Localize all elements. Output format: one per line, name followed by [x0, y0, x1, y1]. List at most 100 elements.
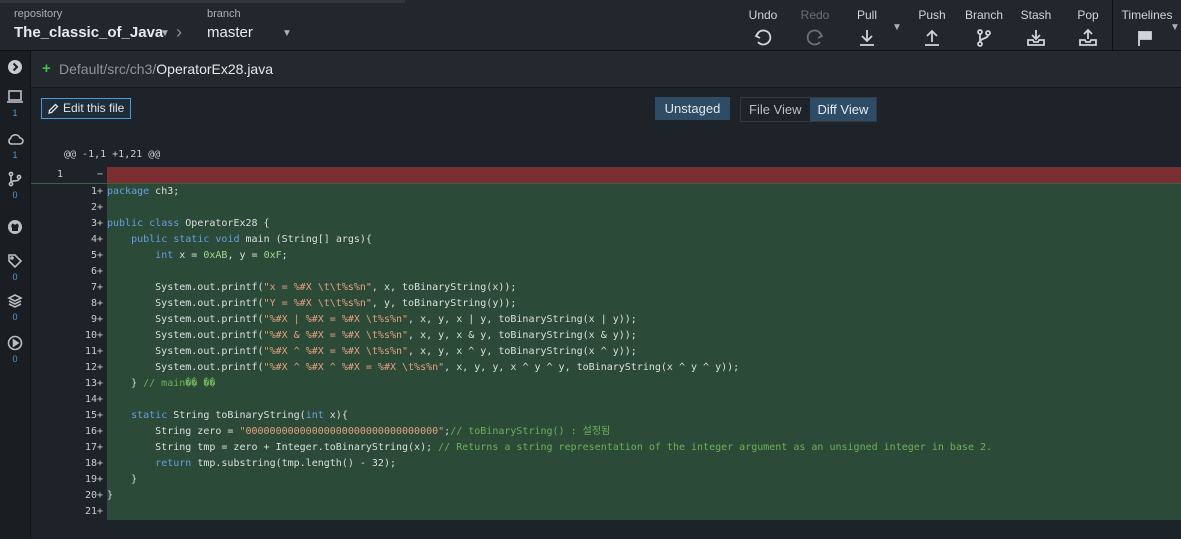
- added-marker: +: [97, 346, 104, 357]
- added-marker: +: [97, 410, 104, 421]
- file-path-bar: + Default/src/ch3/OperatorEx28.java: [31, 51, 1181, 88]
- play-circle-icon: [7, 335, 23, 351]
- added-line: 7 + System.out.printf("x = %#X \t\t%s%n",…: [31, 280, 1181, 296]
- new-line-number: 16: [84, 426, 97, 437]
- branch-selector[interactable]: master: [207, 24, 253, 41]
- laptop-icon: [7, 90, 23, 103]
- workspace-count: 1: [12, 108, 18, 118]
- added-line: 18 + return tmp.substring(tmp.length() - …: [31, 456, 1181, 472]
- unstaged-badge: Unstaged: [655, 97, 730, 120]
- code-text: System.out.printf("x = %#X \t\t%s%n", x,…: [107, 282, 517, 293]
- added-line: 21 +: [31, 504, 1181, 520]
- added-line: 19 + }: [31, 472, 1181, 488]
- sidebar-item-workspace[interactable]: 1: [0, 89, 30, 118]
- toolbar-accent: [0, 0, 405, 3]
- redo-button[interactable]: Redo: [798, 8, 832, 48]
- file-view-button[interactable]: File View: [741, 98, 810, 121]
- sidebar-item-actions[interactable]: 0: [0, 335, 30, 364]
- added-marker: +: [97, 378, 104, 389]
- pull-button[interactable]: Pull: [852, 8, 882, 48]
- push-label: Push: [918, 8, 946, 22]
- added-marker: +: [97, 490, 104, 501]
- branch-icon: [8, 171, 22, 187]
- new-line-number: 14: [84, 394, 97, 405]
- added-marker: +: [97, 394, 104, 405]
- undo-button[interactable]: Undo: [746, 8, 780, 48]
- sidebar-toggle-button[interactable]: [0, 59, 30, 80]
- upload-icon: [917, 28, 947, 48]
- added-marker: +: [97, 458, 104, 469]
- added-marker: +: [97, 426, 104, 437]
- added-marker: +: [97, 218, 104, 229]
- added-marker: +: [97, 314, 104, 325]
- new-line-number: 20: [84, 490, 97, 501]
- layers-icon: [7, 294, 23, 308]
- stash-label: Stash: [1020, 8, 1052, 22]
- added-line: 5 + int x = 0xAB, y = 0xF;: [31, 248, 1181, 264]
- pop-icon: [1074, 28, 1102, 48]
- view-mode-toggle: File View Diff View: [740, 97, 878, 122]
- new-line-number: 8: [90, 298, 97, 309]
- added-line: 11 + System.out.printf("%#X ^ %#X = %#X \…: [31, 344, 1181, 360]
- code-text: String zero = "0000000000000000000000000…: [107, 426, 611, 437]
- added-line: 8 + System.out.printf("Y = %#X \t\t%s%n",…: [31, 296, 1181, 312]
- cloud-icon: [8, 134, 24, 145]
- new-line-number: 4: [90, 234, 97, 245]
- removed-marker: −: [97, 169, 104, 180]
- stashes-count: 0: [12, 312, 18, 322]
- code-text: public class OperatorEx28 {: [107, 218, 270, 229]
- new-line-number: 17: [84, 442, 97, 453]
- added-line: 3 + public class OperatorEx28 {: [31, 216, 1181, 232]
- new-line-number: 3: [90, 218, 97, 229]
- new-line-number: 7: [90, 282, 97, 293]
- added-line: 1 + package ch3;: [31, 183, 1181, 200]
- code-text: }: [107, 490, 114, 501]
- new-line-number: 15: [84, 410, 97, 421]
- push-button[interactable]: Push: [917, 8, 947, 48]
- flag-icon: [1120, 28, 1174, 48]
- code-text: } // main�� ��: [107, 378, 216, 389]
- diff-view-button[interactable]: Diff View: [809, 98, 877, 121]
- branch-caret-icon[interactable]: ▼: [282, 28, 292, 39]
- undo-label: Undo: [748, 8, 778, 22]
- redo-icon: [798, 28, 832, 48]
- added-line: 15 + static String toBinaryString(int x){: [31, 408, 1181, 424]
- repository-caret-icon[interactable]: ▼: [160, 28, 170, 39]
- branch-icon: [964, 28, 1004, 48]
- repository-label: repository: [14, 8, 63, 20]
- stash-button[interactable]: Stash: [1020, 8, 1052, 48]
- sidebar-item-branches[interactable]: 0: [0, 171, 30, 200]
- repository-selector[interactable]: The_classic_of_Java: [14, 24, 163, 41]
- chevron-right-circle-icon: [8, 60, 22, 74]
- added-line: 2 +: [31, 200, 1181, 216]
- tag-icon: [8, 254, 23, 269]
- new-line-number: 5: [90, 250, 97, 261]
- added-marker: +: [97, 362, 104, 373]
- timelines-button[interactable]: Timelines: [1120, 8, 1174, 48]
- code-text: String tmp = zero + Integer.toBinaryStri…: [107, 442, 993, 453]
- toolbar-divider: [1112, 0, 1113, 50]
- branch-button[interactable]: Branch: [964, 8, 1004, 48]
- pull-options-caret-icon[interactable]: ▼: [892, 22, 902, 33]
- sidebar-item-github[interactable]: [0, 219, 30, 240]
- undo-icon: [746, 28, 780, 48]
- edit-file-button[interactable]: Edit this file: [41, 98, 132, 119]
- code-text: System.out.printf("Y = %#X \t\t%s%n", y,…: [107, 298, 517, 309]
- code-text: public static void main (String[] args){: [131, 234, 372, 245]
- added-line: 6 +: [31, 264, 1181, 280]
- added-marker: +: [97, 202, 104, 213]
- timelines-caret-icon[interactable]: ▼: [1170, 22, 1180, 33]
- new-line-number: 2: [90, 202, 97, 213]
- added-line: 17 + String tmp = zero + Integer.toBinary…: [31, 440, 1181, 456]
- sidebar-item-tags[interactable]: 0: [0, 253, 30, 282]
- sidebar-item-remote[interactable]: 1: [0, 131, 30, 160]
- new-line-number: 18: [84, 458, 97, 469]
- added-marker: +: [97, 234, 104, 245]
- added-lines: 1 + package ch3; 2 +3 + public class OperatorE…: [31, 183, 1181, 520]
- file-path: Default/src/ch3/OperatorEx28.java: [59, 61, 273, 77]
- added-line: 12 + System.out.printf("%#X ^ %#X ^ %#X =…: [31, 360, 1181, 376]
- sidebar-item-stashes[interactable]: 0: [0, 293, 30, 322]
- code-text: System.out.printf("%#X ^ %#X = %#X \t%s%…: [107, 346, 637, 357]
- pop-button[interactable]: Pop: [1074, 8, 1102, 48]
- stash-icon: [1020, 28, 1052, 48]
